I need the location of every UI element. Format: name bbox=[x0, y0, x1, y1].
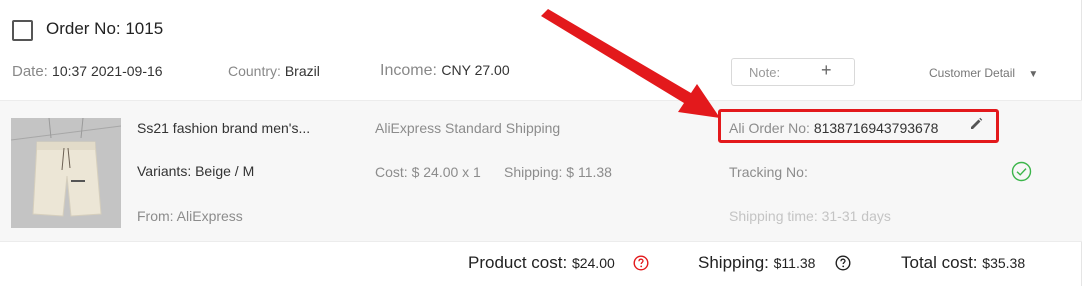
product-cost: Product cost: $24.00 bbox=[468, 253, 615, 273]
shipping-total-label: Shipping: bbox=[698, 253, 769, 272]
note-button[interactable]: Note: + bbox=[731, 58, 855, 86]
order-income: Income: CNY 27.00 bbox=[380, 62, 510, 80]
order-card: Order No: 1015 Date: 10:37 2021-09-16 Co… bbox=[0, 0, 1082, 286]
customer-detail-label: Customer Detail bbox=[929, 66, 1016, 80]
product-name[interactable]: Ss21 fashion brand men's... bbox=[137, 120, 310, 136]
check-circle-icon bbox=[1011, 161, 1032, 182]
date-value: 10:37 2021-09-16 bbox=[52, 63, 163, 79]
shipping-method: AliExpress Standard Shipping bbox=[375, 120, 561, 136]
date-label: Date: bbox=[12, 63, 48, 80]
order-country: Country: Brazil bbox=[228, 63, 320, 79]
order-number: Order No: 1015 bbox=[46, 19, 164, 38]
shipping-total-value: $11.38 bbox=[773, 255, 816, 271]
question-circle-icon[interactable] bbox=[835, 255, 851, 271]
total-cost-label: Total cost: bbox=[901, 253, 978, 272]
ali-order-value: 8138716943793678 bbox=[813, 120, 939, 136]
customer-detail-toggle[interactable]: Customer Detail ▼ bbox=[929, 66, 1038, 80]
shipping-total: Shipping: $11.38 bbox=[698, 253, 815, 273]
question-circle-icon[interactable] bbox=[633, 255, 649, 271]
product-source: From: AliExpress bbox=[137, 208, 243, 224]
ali-order-label: Ali Order No: bbox=[729, 120, 810, 136]
total-cost: Total cost: $35.38 bbox=[901, 253, 1025, 273]
product-thumbnail[interactable] bbox=[11, 118, 121, 228]
item-shipping: Shipping: $ 11.38 bbox=[504, 164, 612, 180]
product-cost-value: $24.00 bbox=[571, 255, 615, 271]
country-value: Brazil bbox=[284, 63, 320, 79]
country-label: Country: bbox=[228, 63, 281, 79]
product-variants: Variants: Beige / M bbox=[137, 163, 255, 179]
income-value: CNY 27.00 bbox=[441, 62, 510, 78]
note-label: Note: bbox=[749, 65, 781, 80]
income-label: Income: bbox=[380, 62, 437, 79]
item-cost: Cost: $ 24.00 x 1 bbox=[375, 164, 481, 180]
ali-order-number: Ali Order No: 8138716943793678 bbox=[729, 120, 938, 136]
plus-icon: + bbox=[821, 60, 832, 80]
shipping-time: Shipping time: 31-31 days bbox=[729, 208, 891, 224]
product-cost-label: Product cost: bbox=[468, 253, 568, 272]
pencil-icon[interactable] bbox=[969, 117, 983, 131]
product-image-icon bbox=[11, 118, 121, 228]
order-select-checkbox[interactable] bbox=[12, 20, 33, 41]
total-cost-value: $35.38 bbox=[982, 255, 1026, 271]
caret-down-icon: ▼ bbox=[1028, 69, 1039, 80]
order-date: Date: 10:37 2021-09-16 bbox=[12, 63, 163, 80]
tracking-number[interactable]: Tracking No: bbox=[729, 164, 808, 180]
